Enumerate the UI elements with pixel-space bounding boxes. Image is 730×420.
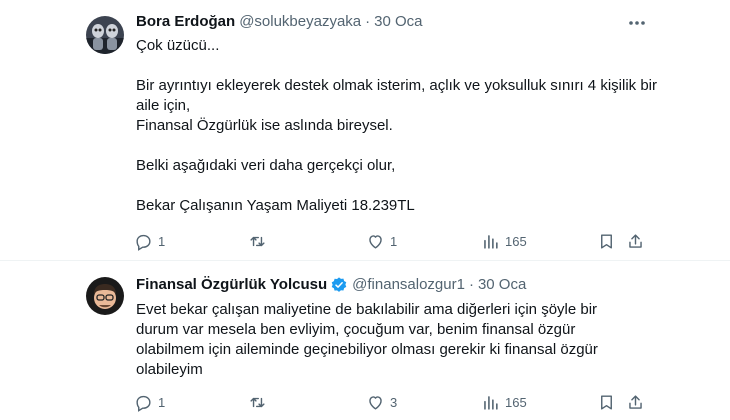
share-icon (629, 394, 642, 409)
verified-badge-icon (330, 276, 348, 294)
views-button[interactable]: 165 (481, 392, 527, 412)
like-icon (369, 234, 382, 249)
reply-icon (136, 234, 151, 251)
separator-dot: · (365, 13, 371, 30)
like-count: 1 (390, 233, 398, 249)
like-count: 3 (390, 394, 398, 410)
avatar[interactable] (86, 16, 124, 54)
tweet-header: Finansal Özgürlük Yolcusu @finansalozgur… (136, 275, 526, 295)
share-button[interactable] (626, 392, 645, 412)
bookmark-icon (601, 233, 612, 249)
views-button[interactable]: 165 (481, 231, 527, 251)
reply-icon (136, 395, 151, 412)
like-button[interactable]: 1 (366, 231, 397, 251)
reply-button[interactable]: 1 (134, 392, 165, 412)
retweet-button[interactable] (248, 231, 272, 251)
separator-dot: · (468, 276, 474, 293)
retweet-icon (250, 236, 265, 246)
views-icon (484, 234, 498, 249)
author-name[interactable]: Finansal Özgürlük Yolcusu (136, 275, 327, 295)
tweet-date[interactable]: 30 Oca (374, 12, 422, 32)
reply-count: 1 (158, 233, 166, 249)
like-button[interactable]: 3 (366, 392, 397, 412)
views-icon (484, 395, 498, 410)
tweet-date[interactable]: 30 Oca (478, 275, 526, 295)
more-icon[interactable] (626, 14, 648, 32)
author-handle[interactable]: @finansalozgur1 (352, 275, 465, 295)
share-button[interactable] (626, 231, 645, 251)
reply-count: 1 (158, 394, 166, 410)
retweet-icon (250, 397, 265, 407)
bookmark-button[interactable] (597, 231, 616, 251)
avatar[interactable] (86, 277, 124, 315)
tweet-text: Evet bekar çalışan maliyetine de bakılab… (136, 301, 598, 378)
share-icon (629, 233, 642, 248)
view-count: 165 (505, 233, 527, 249)
bookmark-button[interactable] (597, 392, 616, 412)
bookmark-icon (601, 394, 612, 410)
tweet-2[interactable]: Finansal Özgürlük Yolcusu @finansalozgur… (0, 261, 730, 420)
tweet-actions: 1 1 165 (134, 231, 654, 251)
author-name[interactable]: Bora Erdoğan (136, 12, 235, 32)
tweet-header: Bora Erdoğan @solukbeyazyaka · 30 Oca (136, 12, 423, 32)
view-count: 165 (505, 394, 527, 410)
reply-button[interactable]: 1 (134, 231, 165, 251)
tweet-1[interactable]: Bora Erdoğan @solukbeyazyaka · 30 Oca Ço… (0, 0, 730, 260)
like-icon (369, 395, 382, 410)
tweet-actions: 1 3 165 (134, 392, 654, 412)
retweet-button[interactable] (248, 392, 272, 412)
tweet-text: Çok üzücü... Bir ayrıntıyı ekleyerek des… (136, 37, 657, 214)
author-handle[interactable]: @solukbeyazyaka (239, 12, 361, 32)
